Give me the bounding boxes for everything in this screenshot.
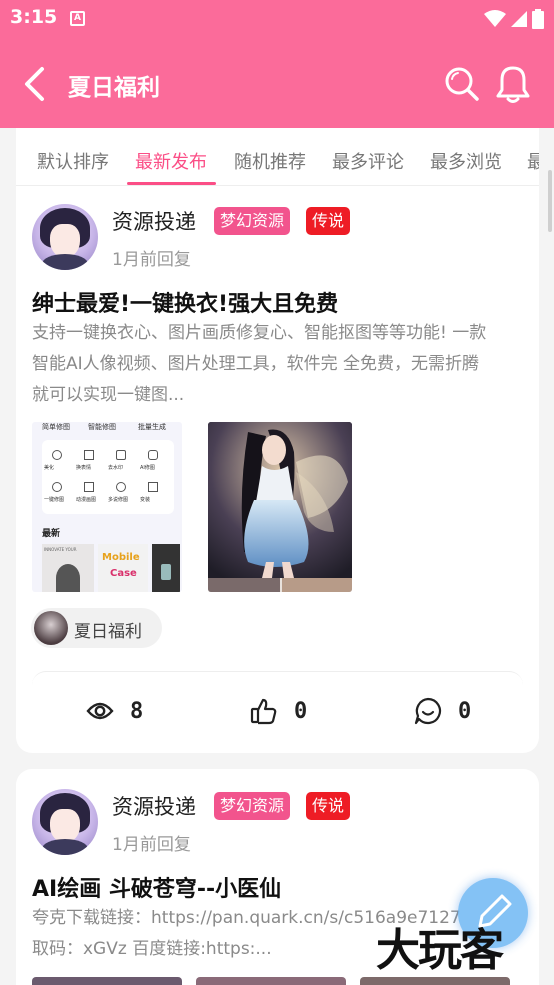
active-tab-indicator (127, 182, 216, 185)
sim-icon: A (70, 11, 85, 26)
divider (32, 671, 523, 685)
post-time: 1月前回复 (112, 835, 191, 855)
thumb-section-label: 最新 (42, 529, 61, 539)
app-bar: 夏日福利 (0, 40, 554, 128)
post-excerpt-line: 支持一键换衣心、图片画质修复心、智能抠图等等功能! 一款 (32, 323, 487, 343)
post-image[interactable] (208, 422, 352, 592)
author-name[interactable]: 资源投递 (112, 206, 196, 236)
post-image[interactable]: 简单修图 智能修图 批量生成 美化 换表情 去水印 AI修图 一键修图 动漫画图… (32, 422, 182, 592)
post-excerpt-line: 就可以实现一键图... (32, 385, 185, 405)
thumb-tool-grid: 美化 换表情 去水印 AI修图 一键修图 动漫画图 多说修图 变装 (42, 440, 174, 514)
thumb-tab-label: 简单修图 (42, 423, 70, 431)
thumb-banner: INNOVATE YOUR (42, 544, 94, 592)
post-title[interactable]: AI绘画 斗破苍穹--小医仙 (32, 871, 281, 903)
tab-more[interactable]: 最 (527, 148, 539, 174)
post-image[interactable] (360, 977, 510, 985)
rank-badge: 梦幻资源 (214, 792, 291, 820)
tab-random[interactable]: 随机推荐 (234, 148, 306, 174)
bell-icon[interactable] (496, 64, 530, 104)
level-badge: 传说 (306, 207, 351, 235)
like-count-value: 0 (294, 698, 308, 724)
page-title: 夏日福利 (68, 75, 160, 101)
thumb-phone-card (152, 544, 180, 592)
search-icon[interactable] (444, 66, 480, 102)
watermark-logo: 大玩客 (376, 925, 504, 976)
rank-badge: 梦幻资源 (214, 207, 291, 235)
thumb-tab-label: 智能修图 (88, 423, 116, 431)
sort-tabs: 默认排序 最新发布 随机推荐 最多评论 最多浏览 最 (16, 128, 539, 186)
post-image[interactable] (32, 977, 182, 985)
level-badge: 传说 (306, 792, 351, 820)
thumbs-up-icon (250, 698, 277, 725)
illustration-image (208, 422, 352, 592)
status-bar: 3:15 A (0, 0, 554, 40)
tab-latest[interactable]: 最新发布 (135, 148, 207, 174)
view-count-value: 8 (130, 698, 144, 724)
avatar[interactable] (32, 789, 98, 855)
view-count[interactable]: 8 (86, 694, 143, 728)
author-name[interactable]: 资源投递 (112, 791, 196, 821)
category-tag[interactable]: 夏日福利 (31, 608, 162, 648)
eye-icon (86, 702, 114, 720)
post-card[interactable]: 默认排序 最新发布 随机推荐 最多评论 最多浏览 最 资源投递 梦幻资源 传说 … (16, 128, 539, 753)
back-arrow-icon[interactable] (22, 66, 46, 102)
post-excerpt[interactable]: 支持一键换衣心、图片画质修复心、智能抠图等等功能! 一款 智能AI人像视频、图片… (32, 318, 532, 411)
category-tag-label: 夏日福利 (74, 622, 142, 642)
tab-default-sort[interactable]: 默认排序 (37, 148, 109, 174)
wifi-icon (484, 10, 506, 27)
avatar[interactable] (32, 204, 98, 270)
comment-button[interactable]: 0 (414, 694, 471, 728)
post-image[interactable] (196, 977, 346, 985)
thumb-case-card: Mobile Case (98, 544, 148, 592)
post-title[interactable]: 绅士最爱!一键换衣!强大且免费 (32, 286, 338, 318)
thumb-tab-label: 批量生成 (138, 423, 166, 431)
system-icons (484, 9, 544, 29)
tag-avatar (34, 611, 68, 645)
post-excerpt-line: 智能AI人像视频、图片处理工具，软件完 全免费，无需折腾 (32, 354, 480, 374)
tab-most-views[interactable]: 最多浏览 (430, 148, 502, 174)
signal-icon (511, 11, 527, 27)
tab-most-comments[interactable]: 最多评论 (332, 148, 404, 174)
comment-icon (414, 697, 442, 725)
like-button[interactable]: 0 (250, 694, 307, 728)
battery-icon (532, 9, 544, 29)
scrollbar[interactable] (548, 170, 552, 232)
comment-count-value: 0 (458, 698, 472, 724)
post-time: 1月前回复 (112, 250, 191, 270)
status-time: 3:15 (10, 6, 58, 28)
